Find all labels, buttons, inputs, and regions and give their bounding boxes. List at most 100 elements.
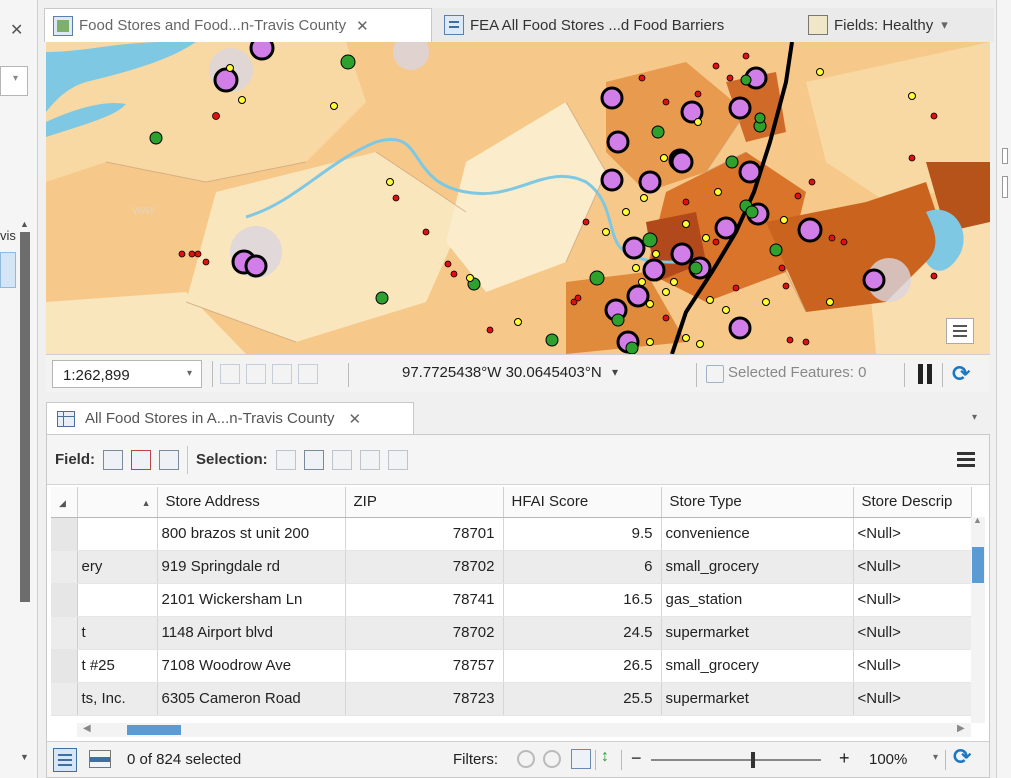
cell-type[interactable]: small_grocery: [661, 550, 854, 584]
chevron-down-icon[interactable]: ▾: [972, 412, 977, 423]
cell-address[interactable]: 2101 Wickersham Ln: [157, 583, 346, 617]
cell-zip[interactable]: 78757: [345, 649, 504, 683]
chevron-down-icon[interactable]: ▾: [612, 365, 618, 379]
refresh-icon[interactable]: ⟳: [952, 361, 970, 387]
cell-hfai[interactable]: 26.5: [503, 649, 662, 683]
cell-zip[interactable]: 78702: [345, 550, 504, 584]
map-canvas[interactable]: WAY: [46, 42, 990, 354]
cell-address[interactable]: 1148 Airport blvd: [157, 616, 346, 650]
select-by-attributes-icon[interactable]: [275, 449, 296, 470]
cell-descrip[interactable]: <Null>: [853, 616, 972, 650]
cell-hfai[interactable]: 24.5: [503, 616, 662, 650]
cell-name[interactable]: ery: [77, 550, 158, 584]
delete-field-icon[interactable]: [131, 449, 151, 470]
cell-descrip[interactable]: <Null>: [853, 517, 972, 551]
range-filter-icon[interactable]: [543, 750, 561, 768]
scroll-up-icon[interactable]: ▲: [973, 515, 982, 525]
zoom-out-button[interactable]: −: [631, 748, 642, 769]
copy-selected-icon[interactable]: [387, 449, 408, 470]
cell-hfai[interactable]: 16.5: [503, 583, 662, 617]
row-selector-header[interactable]: ◢: [51, 487, 78, 518]
cell-zip[interactable]: 78723: [345, 682, 504, 716]
north-arrow-icon[interactable]: [298, 364, 318, 384]
zoom-slider[interactable]: [651, 759, 821, 761]
column-header-zip[interactable]: ZIP: [345, 487, 504, 518]
cell-name[interactable]: ts, Inc.: [77, 682, 158, 716]
scroll-down-icon[interactable]: ▼: [20, 752, 29, 762]
column-header-store-type[interactable]: Store Type: [661, 487, 854, 518]
scroll-up-icon[interactable]: ▲: [20, 219, 29, 229]
cell-zip[interactable]: 78702: [345, 616, 504, 650]
refresh-icon[interactable]: ⟳: [953, 744, 971, 770]
scrollbar-thumb[interactable]: [972, 547, 984, 583]
map-view[interactable]: WAY: [46, 42, 990, 354]
cell-type[interactable]: supermarket: [661, 616, 854, 650]
left-dropdown[interactable]: ▾: [0, 66, 28, 96]
table-row[interactable]: 2101 Wickersham Ln 78741 16.5 gas_statio…: [51, 583, 972, 617]
cell-name[interactable]: t: [77, 616, 158, 650]
time-filter-icon[interactable]: [517, 750, 535, 768]
table-row[interactable]: t 1148 Airport blvd 78702 24.5 supermark…: [51, 616, 972, 650]
table-row[interactable]: t #25 7108 Woodrow Ave 78757 26.5 small_…: [51, 649, 972, 683]
cell-name[interactable]: t #25: [77, 649, 158, 683]
cell-hfai[interactable]: 25.5: [503, 682, 662, 716]
pause-icon[interactable]: [916, 364, 934, 384]
table-row[interactable]: ts, Inc. 6305 Cameron Road 78723 25.5 su…: [51, 682, 972, 716]
menu-icon[interactable]: [957, 449, 977, 469]
column-header-store-description[interactable]: Store Descrip: [853, 487, 972, 518]
legend-toggle-icon[interactable]: [946, 318, 974, 344]
cell-name[interactable]: [77, 517, 158, 551]
column-header-name[interactable]: ▲: [77, 487, 158, 518]
cell-type[interactable]: small_grocery: [661, 649, 854, 683]
close-icon[interactable]: ✕: [10, 20, 23, 40]
filter-table-icon[interactable]: [571, 749, 591, 769]
tab-all-food-stores-table[interactable]: All Food Stores in A...n-Travis County ✕: [46, 402, 414, 434]
column-header-store-address[interactable]: Store Address: [157, 487, 346, 518]
cell-descrip[interactable]: <Null>: [853, 550, 972, 584]
column-header-hfai-score[interactable]: HFAI Score: [503, 487, 662, 518]
cell-address[interactable]: 7108 Woodrow Ave: [157, 649, 346, 683]
table-grid-icon[interactable]: [272, 364, 292, 384]
tab-food-stores-map[interactable]: Food Stores and Food...n-Travis County ✕: [44, 8, 432, 42]
tab-fea-all-food-stores[interactable]: FEA All Food Stores ...d Food Barriers: [436, 8, 776, 42]
table-row[interactable]: 800 brazos st unit 200 78701 9.5 conveni…: [51, 517, 972, 551]
row-selector[interactable]: [51, 550, 78, 584]
cell-hfai[interactable]: 9.5: [503, 517, 662, 551]
cell-descrip[interactable]: <Null>: [853, 583, 972, 617]
left-pane-selected-item[interactable]: [0, 252, 16, 288]
row-selector[interactable]: [51, 682, 78, 716]
right-pane-control[interactable]: [1002, 148, 1008, 164]
sort-icon[interactable]: ↕: [601, 748, 609, 766]
close-icon[interactable]: ✕: [356, 17, 369, 35]
snap-icon[interactable]: [246, 364, 266, 384]
cell-zip[interactable]: 78741: [345, 583, 504, 617]
switch-selection-icon[interactable]: [303, 449, 324, 470]
show-selected-records-icon[interactable]: [89, 750, 111, 768]
tab-list-icon[interactable]: ▾: [941, 17, 948, 33]
cell-type[interactable]: supermarket: [661, 682, 854, 716]
table-horizontal-scrollbar[interactable]: ◀ ▶: [77, 723, 971, 737]
cell-descrip[interactable]: <Null>: [853, 649, 972, 683]
cell-descrip[interactable]: <Null>: [853, 682, 972, 716]
row-selector[interactable]: [51, 583, 78, 617]
cell-address[interactable]: 6305 Cameron Road: [157, 682, 346, 716]
show-all-records-icon[interactable]: [53, 748, 77, 772]
cell-address[interactable]: 800 brazos st unit 200: [157, 517, 346, 551]
clear-selection-icon[interactable]: [331, 449, 352, 470]
add-field-icon[interactable]: [103, 449, 123, 470]
table-vertical-scrollbar[interactable]: ▲: [971, 515, 985, 723]
chevron-down-icon[interactable]: ▾: [933, 752, 938, 763]
row-selector[interactable]: [51, 649, 78, 683]
row-selector[interactable]: [51, 616, 78, 650]
scrollbar-thumb[interactable]: [127, 725, 181, 735]
scroll-right-icon[interactable]: ▶: [957, 723, 965, 734]
cell-address[interactable]: 919 Springdale rd: [157, 550, 346, 584]
row-selector[interactable]: [51, 517, 78, 551]
cell-zip[interactable]: 78701: [345, 517, 504, 551]
right-pane-control[interactable]: [1002, 176, 1008, 198]
tab-fields-healthy[interactable]: Fields: Healthy ▾: [800, 8, 994, 42]
zoom-slider-thumb[interactable]: [751, 752, 755, 768]
zoom-in-button[interactable]: +: [839, 748, 850, 769]
close-icon[interactable]: ✕: [349, 410, 362, 428]
table-row[interactable]: ery 919 Springdale rd 78702 6 small_groc…: [51, 550, 972, 584]
